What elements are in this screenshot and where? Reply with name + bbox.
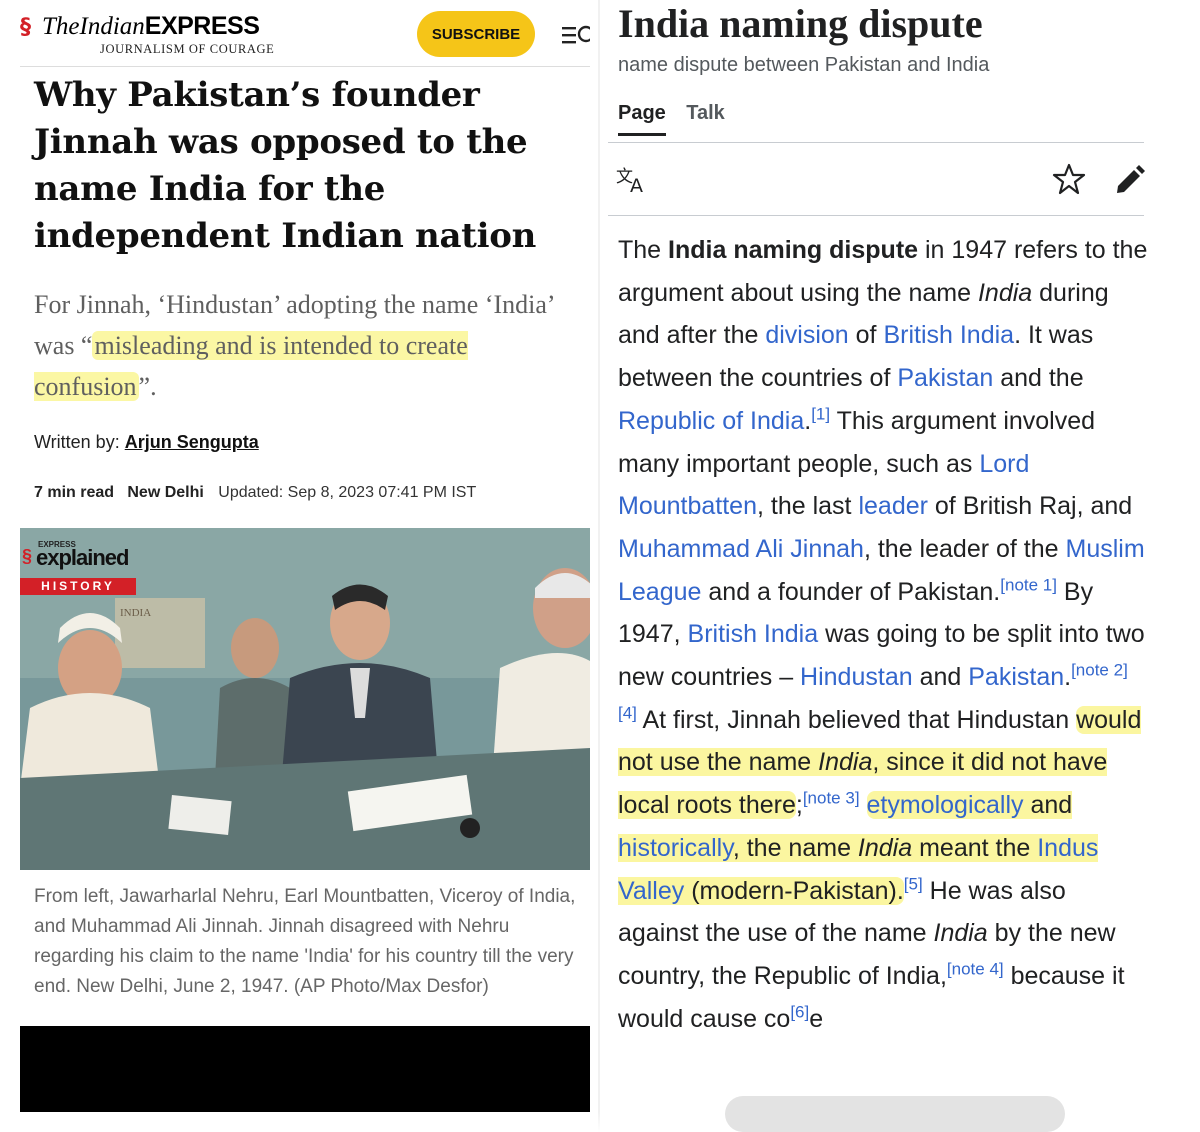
author-link[interactable]: Arjun Sengupta xyxy=(125,432,259,452)
tabs-divider xyxy=(608,142,1144,143)
logo-the: The xyxy=(42,13,80,40)
link-division[interactable]: division xyxy=(765,321,848,349)
highlighted-quote: misleading and is intended to create con… xyxy=(34,331,468,401)
highlighted-text: meant the xyxy=(912,833,1038,862)
watch-star-icon[interactable] xyxy=(1052,162,1086,196)
badge-section: HISTORY xyxy=(20,578,136,595)
note-2[interactable]: [note 2] xyxy=(1071,661,1128,680)
link-historically[interactable]: historically xyxy=(618,834,733,862)
italic-term: India xyxy=(933,919,988,948)
page-description: name dispute between Pakistan and India xyxy=(618,54,990,76)
byline: Written by: Arjun Sengupta xyxy=(34,432,259,453)
link-republic-of-india[interactable]: Republic of India xyxy=(618,407,804,435)
page-title: India naming dispute xyxy=(618,1,983,46)
link-pakistan[interactable]: Pakistan xyxy=(968,663,1064,691)
italic-term: India xyxy=(857,833,913,862)
body-text: , the last xyxy=(757,492,859,521)
link-british-india[interactable]: British India xyxy=(883,321,1014,349)
highlighted-text: , the name xyxy=(732,833,858,862)
reference-5[interactable]: [5] xyxy=(904,874,923,893)
page-tabs: Page Talk xyxy=(618,102,741,142)
italic-term: India xyxy=(818,748,873,777)
indian-express-article: § TheIndianEXPRESS JOURNALISM OF COURAGE… xyxy=(0,0,598,1132)
panel-divider xyxy=(598,0,600,1132)
svg-text:A: A xyxy=(630,175,643,194)
italic-term: India xyxy=(977,278,1033,307)
tab-page[interactable]: Page xyxy=(618,102,666,136)
body-text: of British Raj, and xyxy=(927,492,1133,521)
updated-timestamp: Updated: Sep 8, 2023 07:41 PM IST xyxy=(218,484,477,501)
explained-history-badge: § EXPRESS explained HISTORY xyxy=(20,536,140,596)
map-label: INDIA xyxy=(120,607,151,619)
dateline-location: New Delhi xyxy=(127,484,204,501)
logo-express: EXPRESS xyxy=(144,12,260,40)
body-text: and a founder of Pakistan. xyxy=(701,577,1001,606)
note-4[interactable]: [note 4] xyxy=(947,960,1004,979)
subheadline-end: ”. xyxy=(138,372,157,401)
bottom-toolbar-pill[interactable] xyxy=(725,1096,1065,1132)
article-subheadline: For Jinnah, ‘Hindustan’ adopting the nam… xyxy=(34,284,594,407)
body-text: and the xyxy=(993,364,1084,393)
link-pakistan[interactable]: Pakistan xyxy=(897,364,993,392)
article-headline: Why Pakistan’s founder Jinnah was oppose… xyxy=(34,75,537,256)
bold-term: India naming dispute xyxy=(668,236,919,264)
toolbar-divider xyxy=(608,215,1144,216)
edit-pencil-icon[interactable] xyxy=(1112,162,1146,196)
highlighted-text: (modern-Pakistan). xyxy=(684,876,904,905)
reference-6[interactable]: [6] xyxy=(790,1002,809,1021)
highlighted-text: and xyxy=(1023,791,1073,820)
body-text: e xyxy=(809,1004,824,1033)
read-time: 7 min read xyxy=(34,484,115,501)
reference-1[interactable]: [1] xyxy=(811,404,830,423)
logo-mark-icon: § xyxy=(20,15,31,40)
article-meta: 7 min read New Delhi Updated: Sep 8, 202… xyxy=(34,484,476,502)
reference-4[interactable]: [4] xyxy=(618,703,637,722)
subscribe-button[interactable]: SUBSCRIBE xyxy=(417,11,535,57)
logo-tagline: JOURNALISM OF COURAGE xyxy=(100,42,275,56)
badge-explained: explained xyxy=(36,545,129,570)
logo-indian: Indian xyxy=(79,13,145,40)
body-text: The xyxy=(618,236,669,264)
menu-search-icon[interactable] xyxy=(560,20,590,50)
body-text: and xyxy=(912,663,969,692)
site-header: § TheIndianEXPRESS JOURNALISM OF COURAGE… xyxy=(20,8,590,64)
link-hindustan[interactable]: Hindustan xyxy=(800,663,913,691)
tab-talk[interactable]: Talk xyxy=(686,102,725,133)
link-muhammad-ali-jinnah[interactable]: Muhammad Ali Jinnah xyxy=(618,535,864,563)
link-leader[interactable]: leader xyxy=(858,492,928,520)
language-icon[interactable]: 文 A xyxy=(616,166,650,194)
link-etymologically[interactable]: etymologically xyxy=(867,791,1024,819)
link-british-india[interactable]: British India xyxy=(688,620,819,648)
ad-placeholder xyxy=(20,1026,590,1112)
express-mark-icon: § xyxy=(22,546,33,566)
article-photo[interactable]: INDIA § EXPRESS explained HISTORY xyxy=(20,528,590,870)
body-text: ; xyxy=(795,791,803,820)
body-text: At first, Jinnah believed that Hindustan xyxy=(636,705,1077,734)
body-text: of xyxy=(848,321,884,350)
header-divider xyxy=(20,66,590,67)
article-body: The India naming dispute in 1947 refers … xyxy=(618,229,1148,1040)
byline-prefix: Written by: xyxy=(34,432,125,452)
note-1[interactable]: [note 1] xyxy=(1000,575,1057,594)
photo-caption: From left, Jawarharlal Nehru, Earl Mount… xyxy=(34,886,576,997)
note-3[interactable]: [note 3] xyxy=(803,789,860,808)
body-text: , the leader of the xyxy=(863,534,1066,563)
